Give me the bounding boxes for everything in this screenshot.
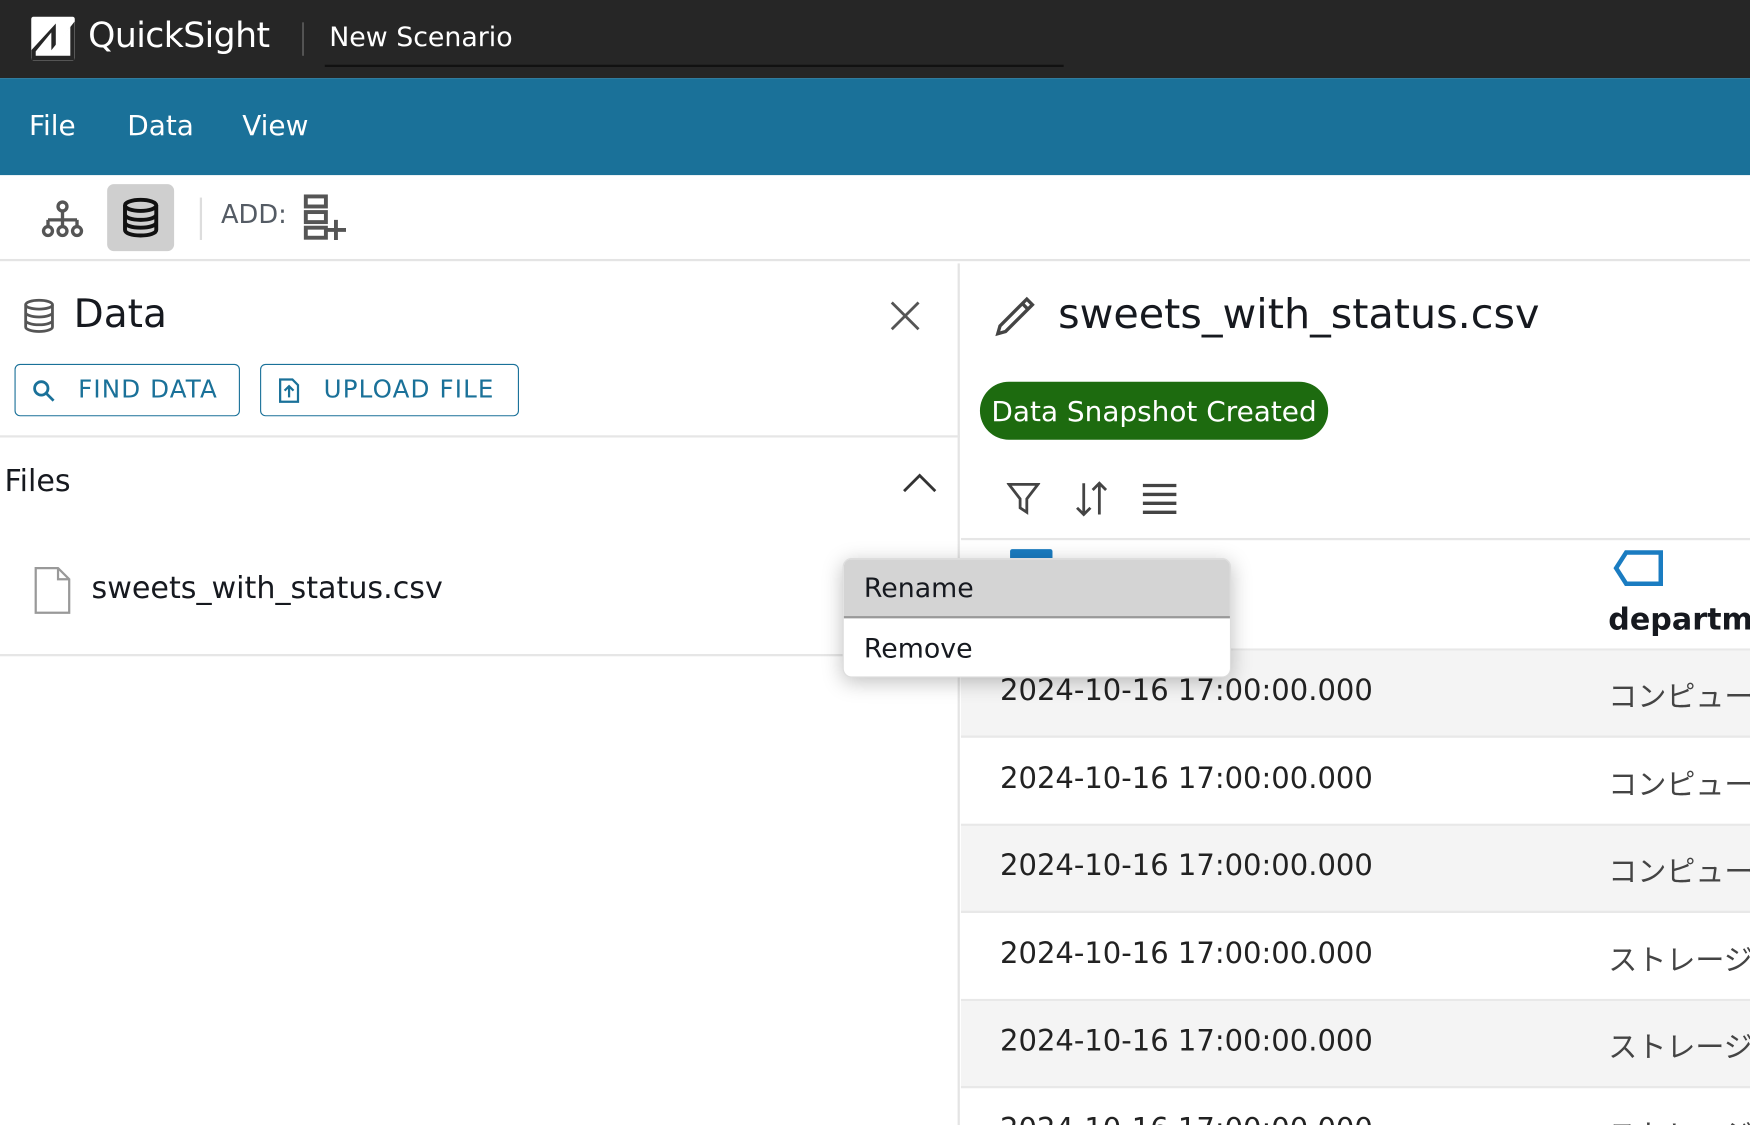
dataset-title: sweets_with_status.csv (1058, 290, 1540, 339)
file-item[interactable]: sweets_with_status.csv (92, 571, 443, 606)
upload-icon (279, 377, 300, 403)
sort-icon[interactable] (1074, 480, 1110, 522)
string-type-icon (1613, 549, 1664, 591)
table-row: 2024-10-16 17:00:00.000 コンピュー (960, 825, 1750, 913)
department-cell: コンピュー (1608, 680, 1750, 715)
table-row: 2024-10-16 17:00:00.000 ストレージ (960, 913, 1750, 1001)
date-cell: 2024-10-16 17:00:00.000 (1000, 761, 1373, 796)
menu-data[interactable]: Data (127, 109, 194, 141)
divider (0, 435, 960, 438)
date-cell: 2024-10-16 17:00:00.000 (1000, 1112, 1373, 1125)
menu-view[interactable]: View (242, 109, 308, 141)
table-row: 2024-10-16 17:00:00.000 ストレージ (960, 1088, 1750, 1125)
add-label: ADD: (220, 200, 287, 230)
scenario-title-input[interactable]: New Scenario (329, 21, 512, 52)
file-icon (33, 566, 71, 620)
date-cell: 2024-10-16 17:00:00.000 (1000, 936, 1373, 971)
find-data-button[interactable]: FIND DATA (14, 363, 240, 417)
hierarchy-icon[interactable] (41, 199, 84, 244)
close-icon[interactable] (890, 300, 921, 336)
pencil-icon[interactable] (991, 290, 1040, 341)
upload-file-label: UPLOAD FILE (323, 376, 495, 405)
table-row: 2024-10-16 17:00:00.000 コンピュー (960, 738, 1750, 826)
menu-item-rename[interactable]: Rename (843, 559, 1230, 619)
search-icon (33, 379, 55, 402)
upload-file-button[interactable]: UPLOAD FILE (260, 363, 519, 417)
department-cell: コンピュー (1608, 856, 1750, 890)
list-icon[interactable] (1142, 482, 1178, 520)
column-header-department[interactable]: departm (1608, 603, 1750, 638)
chevron-up-icon[interactable] (902, 471, 938, 498)
quicksight-logo (31, 16, 75, 61)
find-data-label: FIND DATA (78, 376, 218, 405)
department-cell: コンピュー (1608, 768, 1750, 802)
department-cell: ストレージ (1608, 1112, 1750, 1125)
divider (302, 22, 304, 56)
title-underline (324, 64, 1064, 67)
table-row: 2024-10-16 17:00:00.000 ストレージ (960, 1001, 1750, 1089)
status-badge: Data Snapshot Created (979, 381, 1329, 440)
data-view-button[interactable] (107, 184, 175, 252)
date-cell: 2024-10-16 17:00:00.000 (1000, 1024, 1373, 1059)
department-cell: ストレージ (1608, 1031, 1750, 1065)
date-cell: 2024-10-16 17:00:00.000 (1000, 849, 1373, 883)
data-panel-title: Data (73, 292, 167, 338)
brand-name: QuickSight (88, 15, 270, 56)
menu-item-remove[interactable]: Remove (844, 618, 1230, 676)
date-cell: 2024-10-16 17:00:00.000 (1000, 674, 1373, 708)
context-menu: Rename Remove (842, 558, 1232, 678)
files-heading: Files (4, 464, 71, 499)
filter-icon[interactable] (1006, 481, 1041, 521)
add-dataset-icon[interactable] (302, 193, 349, 247)
database-icon (22, 298, 55, 338)
divider (0, 654, 960, 657)
menu-file[interactable]: File (29, 109, 76, 141)
department-cell: ストレージ (1608, 943, 1750, 978)
toolbar-divider (199, 197, 203, 240)
